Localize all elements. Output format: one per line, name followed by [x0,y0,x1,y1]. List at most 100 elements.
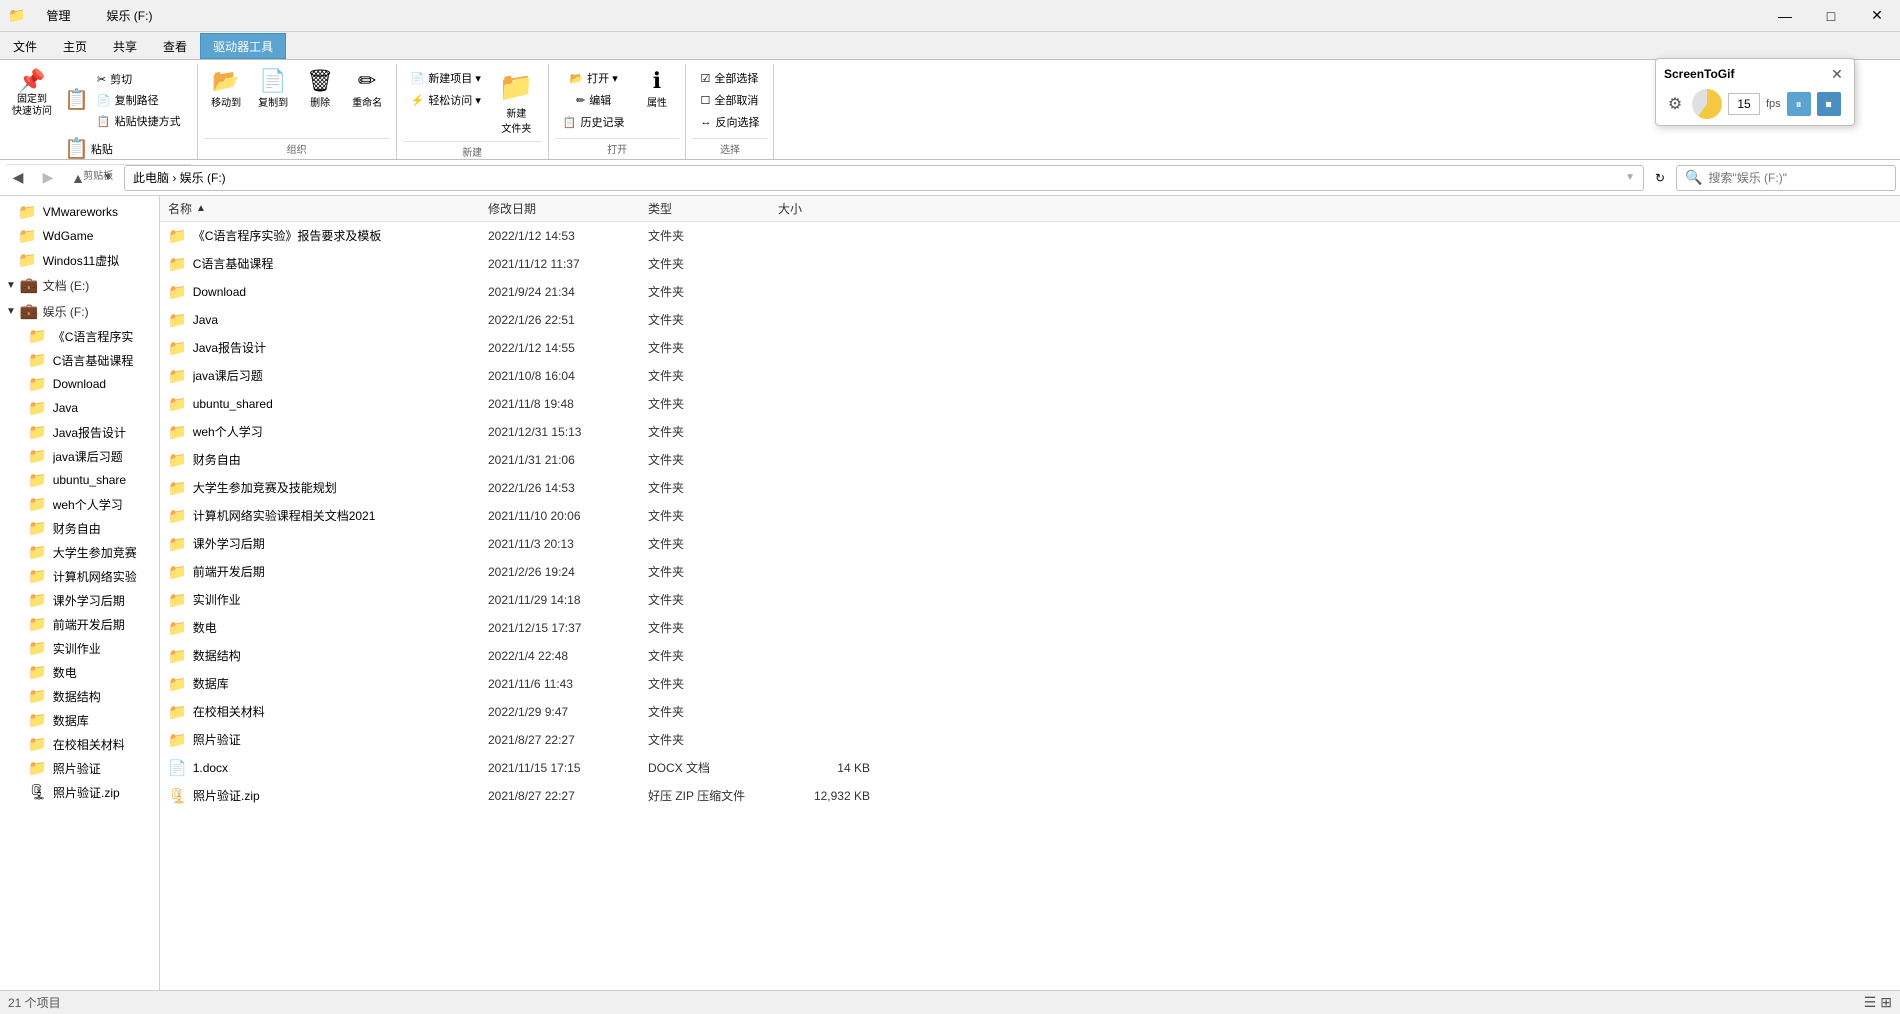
back-button[interactable]: ◀ [4,164,32,192]
sidebar-item-network[interactable]: 📁 计算机网络实验 [0,564,159,588]
new-item-button[interactable]: 📄 新建项目 ▾ [405,68,487,88]
recent-locations-button[interactable]: ▼ [94,164,122,192]
history-button[interactable]: 📋 历史记录 [557,112,631,132]
screentogif-pause-button[interactable]: ⏸ [1787,92,1811,116]
sidebar-item-java[interactable]: 📁 Java [0,396,159,420]
sidebar-item-frontend[interactable]: 📁 前端开发后期 [0,612,159,636]
ribbon-tab-drive-tools[interactable]: 驱动器工具 [200,33,286,59]
sidebar-item-weh[interactable]: 📁 weh个人学习 [0,492,159,516]
new-folder-button[interactable]: 📁 新建文件夹 [491,66,542,139]
table-row[interactable]: 📁 Download 2021/9/24 21:34 文件夹 [160,278,1900,306]
ribbon-tab-home[interactable]: 主页 [50,33,100,59]
view-grid-button[interactable]: ⊞ [1880,994,1892,1011]
edit-button[interactable]: ✏ 编辑 [570,90,617,110]
easy-access-button[interactable]: ⚡ 轻松访问 ▾ [405,90,487,110]
table-row[interactable]: 📁 计算机网络实验课程相关文档2021 2021/11/10 20:06 文件夹 [160,502,1900,530]
delete-button[interactable]: 🗑 删除 [298,66,343,113]
file-type-cell: 文件夹 [648,227,778,244]
sidebar-item-datastructure[interactable]: 📁 数据结构 [0,684,159,708]
up-button[interactable]: ▲ [64,164,92,192]
table-row[interactable]: 📁 weh个人学习 2021/12/31 15:13 文件夹 [160,418,1900,446]
paste-button[interactable]: 📋 粘贴 [60,136,191,162]
table-row[interactable]: 📁 数据库 2021/11/6 11:43 文件夹 [160,670,1900,698]
sidebar-item-competition[interactable]: 📁 大学生参加竞赛 [0,540,159,564]
table-row[interactable]: 📁 java课后习题 2021/10/8 16:04 文件夹 [160,362,1900,390]
sidebar-item-windos11[interactable]: 📁 Windos11虚拟 [0,248,159,272]
sidebar-item-java-hw[interactable]: 📁 java课后习题 [0,444,159,468]
sidebar-item-school-materials[interactable]: 📁 在校相关材料 [0,732,159,756]
sidebar-item-entertainment-f[interactable]: ▼ 💼 娱乐 (F:) [0,298,159,324]
table-row[interactable]: 📄 1.docx 2021/11/15 17:15 DOCX 文档 14 KB [160,754,1900,782]
sidebar-item-c-lang[interactable]: 📁 《C语言程序实 [0,324,159,348]
table-row[interactable]: 📁 Java报告设计 2022/1/12 14:55 文件夹 [160,334,1900,362]
table-row[interactable]: 🗜 照片验证.zip 2021/8/27 22:27 好压 ZIP 压缩文件 1… [160,782,1900,810]
address-path[interactable]: 此电脑 › 娱乐 (F:) ▼ [124,165,1644,191]
copy-button[interactable]: 📋 ✂ 剪切 📄 复制路径 📋 粘贴快捷方式 [60,66,191,134]
ribbon-tab-file[interactable]: 文件 [0,33,50,59]
title-tab-manage[interactable]: 管理 [29,2,87,29]
invert-selection-button[interactable]: ↔ 反向选择 [694,112,765,132]
col-date[interactable]: 修改日期 [488,200,648,217]
sidebar-item-database[interactable]: 📁 数据库 [0,708,159,732]
table-row[interactable]: 📁 C语言基础课程 2021/11/12 11:37 文件夹 [160,250,1900,278]
move-to-button[interactable]: 📂 移动到 [204,66,249,113]
folder-icon: 📁 [168,507,187,525]
table-row[interactable]: 📁 ubuntu_shared 2021/11/8 19:48 文件夹 [160,390,1900,418]
file-name-cell: 📁 weh个人学习 [168,423,488,441]
maximize-button[interactable]: □ [1808,0,1854,32]
sidebar-item-java-report[interactable]: 📁 Java报告设计 [0,420,159,444]
table-row[interactable]: 📁 在校相关材料 2022/1/29 9:47 文件夹 [160,698,1900,726]
cut-button[interactable]: ✂ 剪切 [91,69,187,89]
close-button[interactable]: ✕ [1854,0,1900,32]
table-row[interactable]: 📁 大学生参加竞赛及技能规划 2022/1/26 14:53 文件夹 [160,474,1900,502]
col-name[interactable]: 名称 ▲ [168,200,488,217]
file-name-cell: 📁 计算机网络实验课程相关文档2021 [168,507,488,525]
title-tab-drive[interactable]: 娱乐 (F:) [89,2,169,29]
sidebar-item-photo-zip[interactable]: 🗜 照片验证.zip [0,780,159,804]
properties-button[interactable]: ℹ 属性 [634,66,679,113]
sidebar-item-shudian[interactable]: 📁 数电 [0,660,159,684]
table-row[interactable]: 📁 课外学习后期 2021/11/3 20:13 文件夹 [160,530,1900,558]
minimize-button[interactable]: — [1762,0,1808,32]
table-row[interactable]: 📁 前端开发后期 2021/2/26 19:24 文件夹 [160,558,1900,586]
table-row[interactable]: 📁 数据结构 2022/1/4 22:48 文件夹 [160,642,1900,670]
sidebar-item-training[interactable]: 📁 实训作业 [0,636,159,660]
view-list-button[interactable]: ☰ [1864,994,1877,1011]
ribbon-tabs: 文件 主页 共享 查看 驱动器工具 [0,32,1900,60]
screentogif-stop-button[interactable]: ⏹ [1817,92,1841,116]
col-size[interactable]: 大小 [778,200,878,217]
table-row[interactable]: 📁 实训作业 2021/11/29 14:18 文件夹 [160,586,1900,614]
refresh-button[interactable]: ↻ [1646,164,1674,192]
ribbon-tab-share[interactable]: 共享 [100,33,150,59]
sidebar-item-finance[interactable]: 📁 财务自由 [0,516,159,540]
sidebar-item-wdgame[interactable]: 📁 WdGame [0,224,159,248]
select-all-button[interactable]: ☑ 全部选择 [694,68,765,88]
pin-to-quickaccess-button[interactable]: 📌 固定到快速访问 [6,66,58,122]
forward-button[interactable]: ▶ [34,164,62,192]
table-row[interactable]: 📁 照片验证 2021/8/27 22:27 文件夹 [160,726,1900,754]
copy-path-button[interactable]: 📄 复制路径 [91,90,187,110]
open-button[interactable]: 📂 打开 ▾ [563,68,623,88]
paste-shortcut-button[interactable]: 📋 粘贴快捷方式 [91,111,187,131]
sidebar-item-download[interactable]: 📁 Download [0,372,159,396]
screentogif-close-button[interactable]: ✕ [1828,65,1846,83]
sidebar-item-c-basics[interactable]: 📁 C语言基础课程 [0,348,159,372]
table-row[interactable]: 📁 数电 2021/12/15 17:37 文件夹 [160,614,1900,642]
search-input[interactable] [1708,171,1887,185]
screentogif-settings-icon[interactable]: ⚙ [1664,93,1686,115]
ribbon-tab-view[interactable]: 查看 [150,33,200,59]
folder-icon: 📁 [168,591,187,609]
sidebar-item-photo-verify[interactable]: 📁 照片验证 [0,756,159,780]
sidebar-item-ubuntu[interactable]: 📁 ubuntu_share [0,468,159,492]
table-row[interactable]: 📁 Java 2022/1/26 22:51 文件夹 [160,306,1900,334]
screentogif-fps-input[interactable] [1728,93,1760,115]
rename-button[interactable]: ✏ 重命名 [345,66,390,113]
col-type[interactable]: 类型 [648,200,778,217]
copy-to-button[interactable]: 📄 复制到 [251,66,296,113]
sidebar-item-vmwareworks[interactable]: 📁 VMwareworks [0,200,159,224]
table-row[interactable]: 📁 《C语言程序实验》报告要求及模板 2022/1/12 14:53 文件夹 [160,222,1900,250]
table-row[interactable]: 📁 财务自由 2021/1/31 21:06 文件夹 [160,446,1900,474]
sidebar-item-docE[interactable]: ▼ 💼 文档 (E:) [0,272,159,298]
select-none-button[interactable]: ☐ 全部取消 [694,90,765,110]
sidebar-item-extracurr[interactable]: 📁 课外学习后期 [0,588,159,612]
